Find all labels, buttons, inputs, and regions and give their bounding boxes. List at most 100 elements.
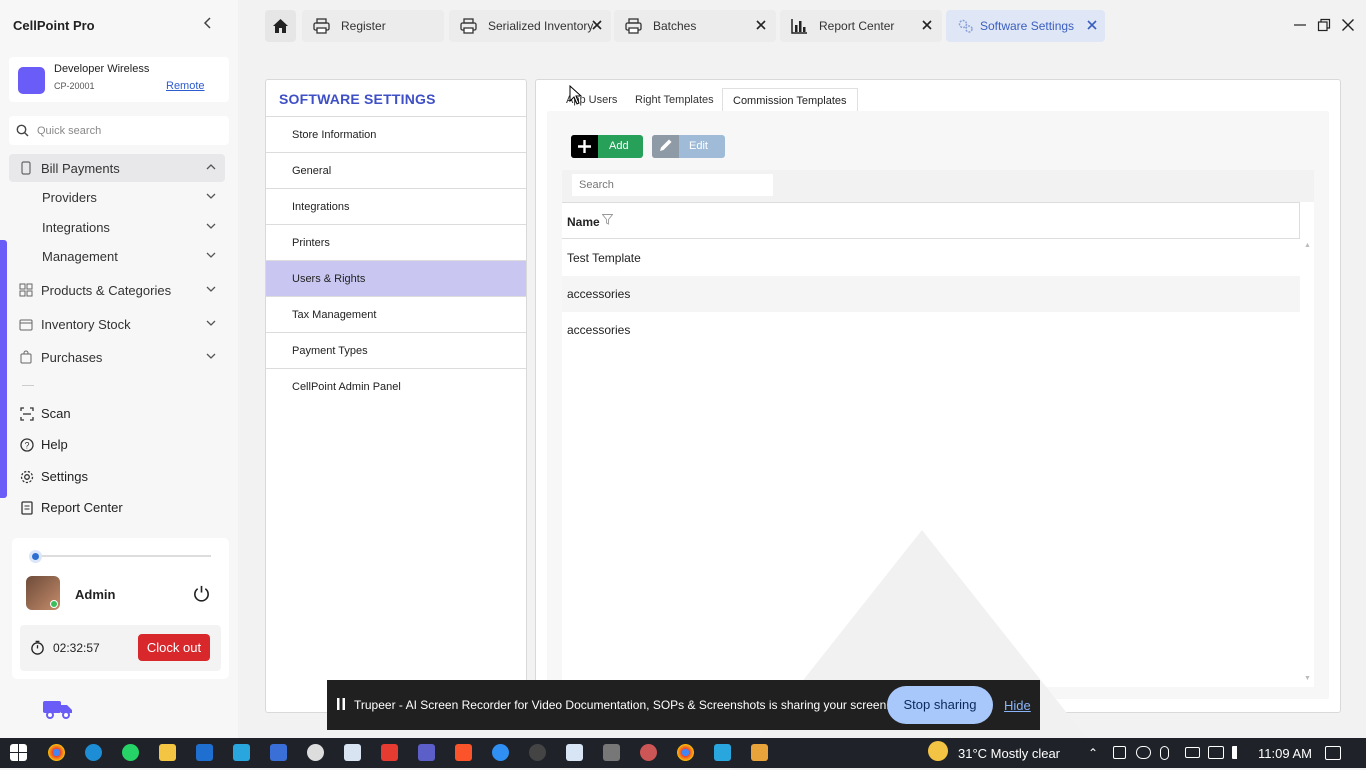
- notepad-icon[interactable]: [566, 744, 583, 761]
- close-window-icon[interactable]: [1341, 18, 1355, 32]
- tray-up-arrow-icon[interactable]: ⌃: [1088, 746, 1098, 760]
- spinner-app-icon[interactable]: [640, 744, 657, 761]
- chevron-down-icon: [206, 353, 216, 359]
- remote-link[interactable]: Remote: [166, 80, 205, 92]
- snipping-tool-icon[interactable]: [233, 744, 250, 761]
- notifications-icon[interactable]: [1325, 746, 1341, 760]
- table-row[interactable]: accessories: [562, 276, 1300, 312]
- tab-serialized-inventory[interactable]: Serialized Inventory: [449, 10, 611, 42]
- edge-icon[interactable]: [85, 744, 102, 761]
- close-icon[interactable]: [1085, 18, 1099, 32]
- templates-grid: Name Test Template accessories accessori…: [562, 170, 1314, 770]
- clock-out-button[interactable]: Clock out: [138, 634, 210, 661]
- settings-item-payment-types[interactable]: Payment Types: [266, 332, 526, 368]
- whatsapp-icon[interactable]: [122, 744, 139, 761]
- add-button[interactable]: Add: [571, 135, 643, 158]
- weather-text[interactable]: 31°C Mostly clear: [958, 746, 1060, 761]
- minimize-icon[interactable]: [1293, 18, 1307, 32]
- microphone-icon[interactable]: [1160, 746, 1169, 760]
- settings-item-integrations[interactable]: Integrations: [266, 188, 526, 224]
- search-icon: [16, 124, 29, 137]
- tab-label: Software Settings: [980, 19, 1075, 33]
- nav-products-categories[interactable]: Products & Categories: [9, 276, 225, 304]
- tab-software-settings[interactable]: Software Settings: [946, 10, 1105, 42]
- tab-label: Register: [341, 19, 386, 33]
- close-icon[interactable]: [920, 18, 934, 32]
- settings-item-general[interactable]: General: [266, 152, 526, 188]
- app-b-icon[interactable]: [751, 744, 768, 761]
- column-header-name[interactable]: Name: [562, 202, 1300, 239]
- nav-integrations[interactable]: Integrations: [9, 213, 225, 241]
- user-name: Admin: [75, 587, 116, 602]
- edit-button[interactable]: Edit: [652, 135, 725, 158]
- volume-icon[interactable]: [1232, 746, 1246, 759]
- close-icon[interactable]: [590, 18, 604, 32]
- nav-bill-payments[interactable]: Bill Payments: [9, 154, 225, 182]
- file-explorer-icon[interactable]: [159, 744, 176, 761]
- teams-icon[interactable]: [418, 744, 435, 761]
- home-tab[interactable]: [265, 10, 296, 42]
- subtab-commission-templates[interactable]: Commission Templates: [722, 88, 858, 111]
- settings-item-tax-management[interactable]: Tax Management: [266, 296, 526, 332]
- tray-app-icon[interactable]: [1113, 746, 1126, 759]
- red-app-icon[interactable]: [381, 744, 398, 761]
- weather-icon[interactable]: [928, 741, 948, 761]
- settings-item-store-information[interactable]: Store Information: [266, 116, 526, 152]
- store-icon[interactable]: [196, 744, 213, 761]
- network-icon[interactable]: [1208, 746, 1224, 759]
- loader-app-icon[interactable]: [529, 744, 546, 761]
- grid-search-input[interactable]: [572, 174, 773, 196]
- nav-label: Help: [41, 437, 68, 452]
- nav-management[interactable]: Management: [9, 242, 225, 270]
- calculator-icon[interactable]: [603, 744, 620, 761]
- progress-handle[interactable]: [29, 550, 42, 563]
- delivery-truck-icon[interactable]: [42, 697, 74, 719]
- settings-item-label: General: [292, 165, 332, 177]
- app-r-icon[interactable]: [270, 744, 287, 761]
- nav-inventory-stock[interactable]: Inventory Stock: [9, 310, 225, 338]
- onedrive-icon[interactable]: [1136, 746, 1151, 759]
- table-row[interactable]: accessories: [562, 312, 1300, 348]
- mouse-cursor-icon: [569, 85, 583, 105]
- nav-purchases[interactable]: Purchases: [9, 343, 225, 371]
- scroll-up-arrow-icon[interactable]: ▲: [1304, 242, 1311, 249]
- grid-toolbar: [562, 170, 1314, 202]
- settings-item-admin-panel[interactable]: CellPoint Admin Panel: [266, 368, 526, 404]
- column-header-label: Name: [567, 215, 600, 229]
- online-status-dot: [50, 600, 58, 608]
- chrome-icon[interactable]: [48, 744, 65, 761]
- subtab-right-templates[interactable]: Right Templates: [625, 88, 724, 111]
- scroll-down-arrow-icon[interactable]: ▼: [1304, 675, 1311, 682]
- settings-item-users-rights[interactable]: Users & Rights: [266, 260, 526, 296]
- tab-register[interactable]: Register: [302, 10, 444, 42]
- divider: [22, 385, 34, 386]
- table-row[interactable]: Test Template: [562, 240, 1300, 276]
- add-label: Add: [609, 140, 629, 152]
- clock-time[interactable]: 11:09 AM: [1258, 746, 1312, 761]
- photos-icon[interactable]: [714, 744, 731, 761]
- stop-sharing-button[interactable]: Stop sharing: [887, 686, 993, 724]
- nav-label: Report Center: [41, 500, 123, 515]
- restore-icon[interactable]: [1317, 18, 1331, 32]
- tab-report-center[interactable]: Report Center: [780, 10, 942, 42]
- window-app-icon[interactable]: [344, 744, 361, 761]
- tab-batches[interactable]: Batches: [614, 10, 776, 42]
- telegram-icon[interactable]: [492, 744, 509, 761]
- chrome-icon[interactable]: [677, 744, 694, 761]
- hide-link[interactable]: Hide: [1004, 698, 1031, 713]
- power-icon[interactable]: [192, 584, 211, 603]
- search-input[interactable]: [37, 122, 222, 140]
- mobile-phone-icon: [21, 161, 31, 175]
- cloud-app-icon[interactable]: [307, 744, 324, 761]
- chevron-left-icon: [203, 17, 211, 29]
- filter-icon[interactable]: [602, 214, 613, 225]
- battery-icon[interactable]: [1185, 747, 1200, 758]
- close-icon[interactable]: [754, 18, 768, 32]
- app-window: CellPoint Pro Developer Wireless CP-2000…: [0, 0, 1366, 770]
- settings-item-printers[interactable]: Printers: [266, 224, 526, 260]
- windows-start-icon[interactable]: [10, 744, 27, 761]
- brave-icon[interactable]: [455, 744, 472, 761]
- nav-providers[interactable]: Providers: [9, 183, 225, 211]
- subtab-app-users[interactable]: App Users: [556, 88, 627, 111]
- collapse-sidebar-button[interactable]: [200, 16, 216, 34]
